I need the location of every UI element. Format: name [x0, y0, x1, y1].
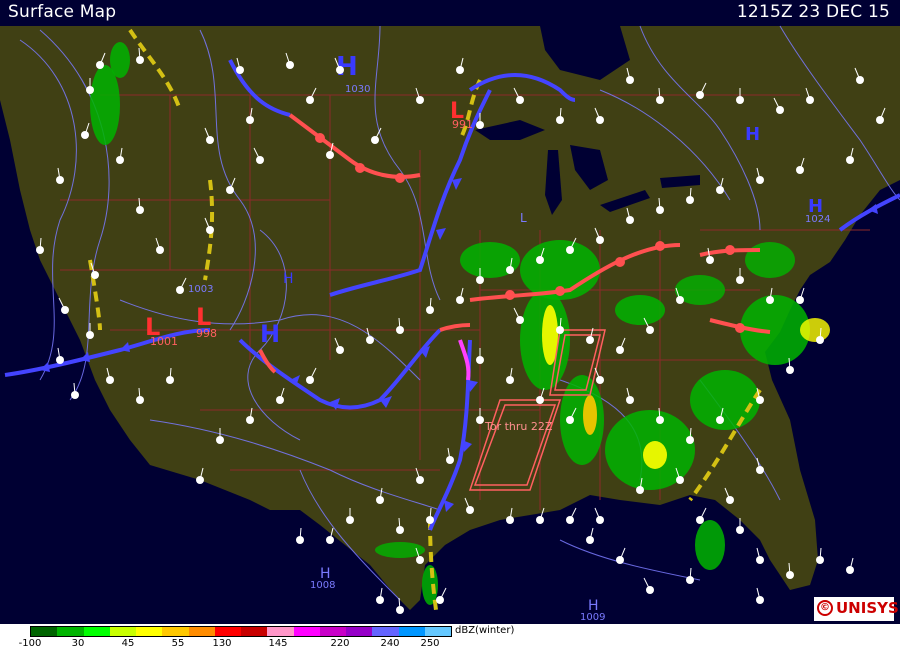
unisys-logo: © UNISYS — [814, 597, 899, 621]
scale-swatch — [319, 627, 346, 636]
brand-name: UNISYS — [836, 599, 899, 617]
pressure-value: 1009 — [580, 612, 605, 623]
scale-swatch — [214, 627, 241, 636]
scale-swatch — [57, 627, 84, 636]
pressure-center-l-4: L — [520, 211, 527, 225]
scale-label: 30 — [71, 638, 85, 649]
scale-swatch — [31, 627, 58, 636]
scale-label: 55 — [171, 638, 185, 649]
pressure-value: 1008 — [310, 580, 335, 591]
map-title: Surface Map — [8, 2, 117, 22]
radar-color-scale — [30, 626, 452, 637]
pressure-value: 991 — [452, 118, 473, 131]
scale-label: 145 — [268, 638, 288, 649]
scale-label: 250 — [420, 638, 440, 649]
svg-text:H: H — [283, 271, 294, 287]
surface-map-panel: Tor thru 22Z H 1030 H 1003 H 1024 H H L … — [0, 0, 900, 650]
radar-legend: -100 30 45 55 130 145 220 240 250 dBZ(winter) — [0, 624, 900, 650]
pressure-value: 1030 — [345, 84, 370, 95]
copyright-icon: © — [817, 600, 833, 616]
scale-swatch — [188, 627, 215, 636]
scale-swatch — [424, 627, 451, 636]
pressure-value: 1001 — [150, 335, 178, 348]
pressure-value: 998 — [196, 327, 217, 340]
radar-unit-label: dBZ(winter) — [455, 625, 515, 636]
scale-label: 45 — [121, 638, 135, 649]
scale-swatch — [372, 627, 399, 636]
watch-box-label: Tor thru 22Z — [484, 420, 553, 433]
scale-label: 220 — [330, 638, 350, 649]
pressure-center-h-4: H — [745, 124, 760, 145]
pressure-center-h-5: H — [283, 271, 294, 287]
scale-swatch — [136, 627, 163, 636]
svg-text:L: L — [520, 211, 527, 225]
pressure-value: 1003 — [188, 284, 213, 295]
scale-label: 240 — [380, 638, 400, 649]
scale-label: 130 — [212, 638, 232, 649]
svg-text:H: H — [260, 320, 280, 348]
weather-map: Tor thru 22Z H 1030 H 1003 H 1024 H H L … — [0, 0, 900, 625]
scale-swatch — [267, 627, 294, 636]
scale-label: -100 — [18, 638, 42, 649]
scale-swatch — [346, 627, 373, 636]
scale-swatch — [241, 627, 268, 636]
scale-swatch — [162, 627, 189, 636]
scale-swatch — [109, 627, 136, 636]
pressure-value: 1024 — [805, 214, 830, 225]
svg-text:H: H — [745, 124, 760, 145]
scale-swatch — [293, 627, 320, 636]
valid-time: 1215Z 23 DEC 15 — [736, 2, 890, 22]
scale-swatch — [398, 627, 425, 636]
scale-swatch — [83, 627, 110, 636]
